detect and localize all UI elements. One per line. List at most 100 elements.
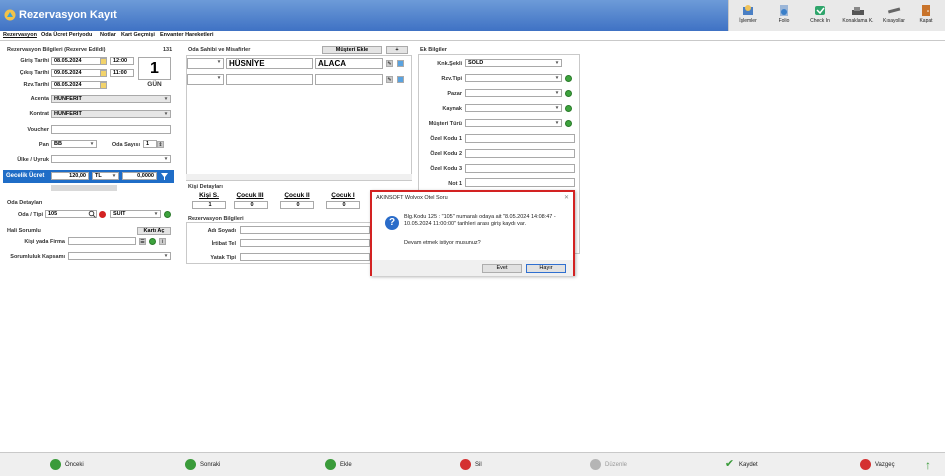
child2-field[interactable]: 0: [280, 201, 314, 209]
tab-notes[interactable]: Notlar: [100, 32, 116, 38]
board-select[interactable]: BB ▾: [51, 140, 97, 148]
rzv-date-field[interactable]: 08.05.2024: [51, 81, 107, 89]
guest2-last-name-field[interactable]: [315, 74, 383, 85]
special-code-2-field[interactable]: [465, 149, 575, 158]
extra-field-label: Özel Kodu 1: [430, 136, 462, 142]
agency-select[interactable]: HÜNFERİT ▾: [51, 95, 171, 103]
scope-select[interactable]: ▾: [68, 252, 171, 260]
child3-field[interactable]: 0: [234, 201, 268, 209]
open-card-button[interactable]: Kartı Aç: [137, 227, 171, 235]
checkin-button[interactable]: Check In: [801, 2, 839, 30]
filter-icon[interactable]: [160, 172, 169, 181]
yes-button[interactable]: Evet: [482, 264, 522, 273]
calendar-icon[interactable]: [100, 57, 107, 65]
nightly-amount-field[interactable]: 120,00: [51, 172, 89, 180]
close-icon[interactable]: ✕: [564, 194, 569, 201]
add-guest-plus-button[interactable]: +: [386, 46, 408, 54]
customer-type-select[interactable]: ▾: [465, 119, 562, 127]
discount-field[interactable]: 0,0000: [122, 172, 157, 180]
guest-card-icon[interactable]: [397, 60, 404, 67]
rzv-date-label: Rzv.Tarihi: [23, 82, 49, 88]
close-window-button[interactable]: Kapat: [907, 2, 945, 30]
add-customer-type-icon[interactable]: [565, 119, 572, 127]
checkout-time-field[interactable]: 11:00: [110, 69, 134, 77]
next-button[interactable]: Sonraki: [185, 459, 220, 471]
chevron-down-icon: ▾: [154, 211, 158, 217]
dialog-message: Blg.Kodu 125 : "105" numaralı odaya ait …: [404, 214, 556, 227]
folio-button[interactable]: Folio: [765, 2, 803, 30]
market-select[interactable]: ▾: [465, 89, 562, 97]
accommodation-type-select[interactable]: SOLD ▾: [465, 59, 562, 67]
adults-field[interactable]: 1: [192, 201, 226, 209]
guests-horizontal-scrollbar[interactable]: [186, 174, 412, 180]
special-code-3-field[interactable]: [465, 164, 575, 173]
contract-label: Kontrat: [29, 111, 49, 117]
previous-button[interactable]: Önceki: [50, 459, 84, 471]
checkin-label: Giriş Tarihi: [20, 58, 49, 64]
accommodation-button[interactable]: Konaklama K.: [839, 2, 877, 30]
chevron-down-icon: ▾: [90, 141, 94, 147]
tab-inventory-movements[interactable]: Envanter Hareketleri: [160, 32, 214, 38]
top-toolbar: İşlemler Folio Check In Konaklama K. Kıs…: [728, 0, 945, 31]
source-select[interactable]: ▾: [465, 104, 562, 112]
operations-button[interactable]: İşlemler: [729, 2, 767, 30]
extra-section-title: Ek Bilgiler: [420, 47, 447, 53]
special-code-1-field[interactable]: [465, 134, 575, 143]
rzv-type-select[interactable]: ▾: [465, 74, 562, 82]
country-select[interactable]: ▾: [51, 155, 171, 163]
child1-label: Çocuk I: [331, 192, 355, 199]
calendar-icon[interactable]: [100, 81, 107, 89]
guest2-title-select[interactable]: ▾: [187, 74, 224, 85]
tab-card-history[interactable]: Kart Geçmişi: [121, 32, 155, 38]
edit-button[interactable]: Düzenle: [590, 459, 627, 471]
add-customer-button[interactable]: Müşteri Ekle: [322, 46, 382, 54]
note-1-field[interactable]: [465, 178, 575, 187]
guest2-first-name-field[interactable]: [226, 74, 313, 85]
add-person-icon[interactable]: [149, 237, 156, 245]
edit-guest2-icon[interactable]: ✎: [386, 76, 393, 83]
contract-select[interactable]: HÜNFERİT ▾: [51, 110, 171, 118]
person-field[interactable]: [68, 237, 136, 245]
arrow-up-icon[interactable]: ↑: [925, 459, 931, 471]
extra-field-label: Rzv.Tipi: [441, 76, 462, 82]
guest2-card-icon[interactable]: [397, 76, 404, 83]
bottom-action-bar: Önceki Sonraki Ekle Sil Düzenle ✔ Kaydet …: [0, 452, 945, 476]
phone-field[interactable]: [240, 239, 370, 247]
edit-guest-icon[interactable]: ✎: [386, 60, 393, 67]
bed-field[interactable]: [240, 253, 370, 261]
add-market-icon[interactable]: [565, 89, 572, 97]
calendar-icon[interactable]: [100, 69, 107, 77]
search-icon[interactable]: [88, 210, 96, 218]
tab-reservation[interactable]: Rezervasyon: [3, 32, 37, 38]
clear-icon[interactable]: [99, 210, 106, 218]
guest-title-select[interactable]: ▾: [187, 58, 224, 69]
rooms-field[interactable]: 1: [143, 140, 157, 148]
name-field[interactable]: [240, 226, 370, 234]
child1-field[interactable]: 0: [326, 201, 360, 209]
add-rzv-type-icon[interactable]: [565, 74, 572, 82]
add-room-icon[interactable]: [164, 210, 171, 218]
guest-last-name-field[interactable]: ALACA: [315, 58, 383, 69]
add-source-icon[interactable]: [565, 104, 572, 112]
dialog-question: Devam etmek istiyor musunuz?: [404, 240, 481, 246]
no-button[interactable]: Hayır: [526, 264, 566, 273]
guest-first-name-field[interactable]: HÜSNİYE: [226, 58, 313, 69]
tab-room-rate-period[interactable]: Oda Ücret Periyodu: [41, 32, 92, 38]
checkin-time-field[interactable]: 12:00: [110, 57, 134, 65]
hotel-logo-icon: [4, 9, 16, 21]
add-button[interactable]: Ekle: [325, 459, 352, 471]
delete-button[interactable]: Sil: [460, 459, 482, 471]
people-section-title: Kişi Detayları: [188, 184, 223, 190]
checkout-date-field[interactable]: 09.05.2024: [51, 69, 107, 77]
child3-label: Çocuk III: [236, 192, 264, 199]
reservation-section-title: Rezervasyon Bilgileri (Rezerve Edildi): [7, 47, 106, 53]
info-icon[interactable]: i: [159, 237, 166, 245]
voucher-field[interactable]: [51, 125, 171, 134]
checkin-date-field[interactable]: 08.05.2024: [51, 57, 107, 65]
cancel-button[interactable]: Vazgeç: [860, 459, 895, 471]
room-type-select[interactable]: SUIT ▾: [110, 210, 161, 218]
stepper-icon[interactable]: ⇕: [157, 140, 164, 148]
currency-select[interactable]: TL ▾: [92, 172, 119, 180]
save-button[interactable]: ✔ Kaydet: [724, 459, 758, 471]
lookup-icon[interactable]: ☰: [139, 237, 146, 245]
